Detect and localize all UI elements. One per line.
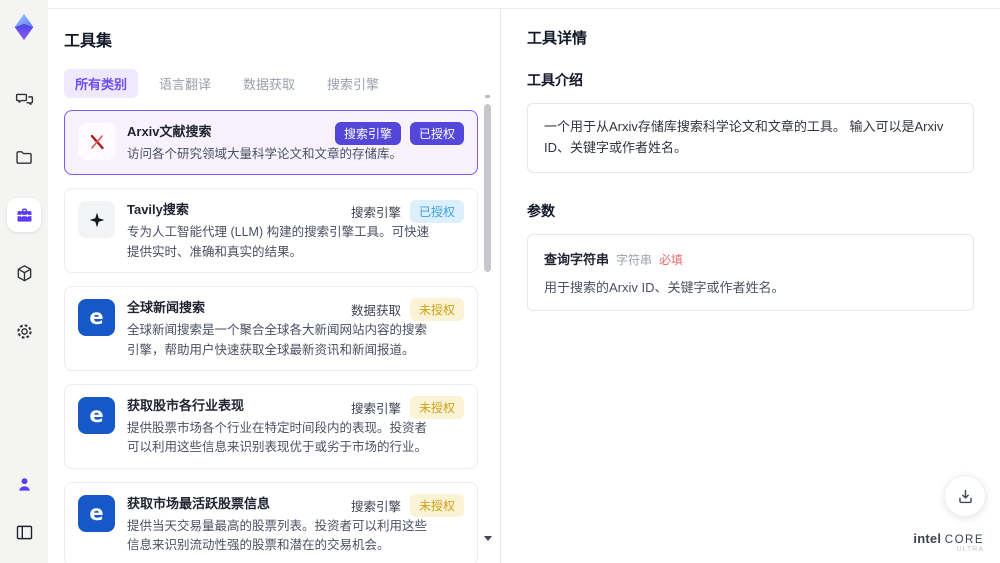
cube-icon [17,264,31,281]
intel-core-logo: intel core ultra [913,530,984,554]
tool-details-panel: 工具详情 工具介绍 一个用于从Arxiv存储库搜索科学论文和文章的工具。 输入可… [500,9,1000,563]
user-icon [18,477,30,491]
app-logo-icon [9,12,39,42]
tool-card[interactable]: e 全球新闻搜索 全球新闻搜索是一个聚合全球各大新闻网站内容的搜索引擎，帮助用户快速… [64,286,478,371]
brand-tier: ultra [956,546,984,554]
category-badge: 搜索引擎 [350,401,401,416]
sidebar-item-files[interactable] [7,140,41,174]
tool-description: 访问各个研究领域大量科学论文和文章的存储库。 [127,147,403,161]
intro-heading: 工具介绍 [527,72,583,88]
params-heading: 参数 [527,202,555,219]
param-type: 字符串 [616,252,653,267]
folder-icon [15,150,32,164]
tool-description: 提供股票市场各个行业在特定时间段内的表现。投资者可以利用这些信息来识别表现优于或… [127,420,428,455]
sparkle-icon [78,201,115,239]
param-desc: 用于搜索的Arxiv ID、关键字或作者姓名。 [544,279,785,295]
scrollbar-thumb[interactable] [484,104,491,272]
toolbox-icon [17,208,31,222]
param-required-badge: 必填 [659,252,684,267]
chat-icon [15,93,33,105]
tab-data-fetch[interactable]: 数据获取 [232,69,306,98]
brand-intel: intel [913,530,942,546]
category-tabs: 所有类别 语言翻译 数据获取 搜索引擎 [64,69,478,98]
scroll-up-icon[interactable] [485,95,490,98]
tool-badges: 数据获取 未授权 [350,298,464,322]
status-badge: 未授权 [409,395,464,419]
category-badge: 数据获取 [350,304,401,319]
status-badge: 未授权 [409,298,464,322]
tool-badges: 搜索引擎 未授权 [350,493,464,517]
tool-card[interactable]: Arxiv文献搜索 访问各个研究领域大量科学论文和文章的存储库。 搜索引擎 已授权 [64,110,478,176]
news-app-icon: e [78,494,115,532]
param-head: 查询字符串 字符串 必填 [544,249,957,268]
sidebar-nav [7,82,41,348]
download-button[interactable] [944,475,986,517]
main-content: 工具集 所有类别 语言翻译 数据获取 搜索引擎 Arxiv文献搜索 访问各个研究领… [48,8,1000,563]
category-badge: 搜索引擎 [334,122,401,145]
tool-description: 专为人工智能代理 (LLM) 构建的搜索引擎工具。可快速提供实时、准确和真实的结… [127,225,430,259]
tool-card[interactable]: e 获取市场最活跃股票信息 提供当天交易量最高的股票列表。投资者可以利用这些信息来识… [64,481,478,563]
tool-badges: 搜索引擎 未授权 [350,395,464,419]
intro-text: 一个用于从Arxiv存储库搜索科学论文和文章的工具。 输入可以是Arxiv ID… [527,103,974,173]
tab-all-categories[interactable]: 所有类别 [64,69,139,98]
panel-icon [16,525,32,539]
sidebar-item-collapse[interactable] [7,515,41,549]
tool-description: 提供当天交易量最高的股票列表。投资者可以利用这些信息来识别流动性强的股票和潜在的… [127,518,428,552]
sidebar-bottom [7,467,41,549]
tools-list-panel: 工具集 所有类别 语言翻译 数据获取 搜索引擎 Arxiv文献搜索 访问各个研究领… [48,9,500,563]
param-card: 查询字符串 字符串 必填 用于搜索的Arxiv ID、关键字或作者姓名。 [527,233,974,311]
category-badge: 搜索引擎 [350,206,401,221]
status-badge: 已授权 [409,200,464,224]
tool-list: Arxiv文献搜索 访问各个研究领域大量科学论文和文章的存储库。 搜索引擎 已授权 Ta… [64,110,478,563]
details-title: 工具详情 [527,30,588,47]
sidebar-item-models[interactable] [7,256,41,290]
news-app-icon: e [78,396,115,434]
tab-search-engine[interactable]: 搜索引擎 [316,69,390,98]
tool-description: 全球新闻搜索是一个聚合全球各大新闻网站内容的搜索引擎，帮助用户快速获取全球最新资… [127,323,428,357]
list-scrollbar[interactable] [484,95,492,559]
page-title: 工具集 [64,33,113,50]
sidebar-rail [0,0,48,563]
sidebar-item-account[interactable] [7,467,41,501]
sidebar-item-toolbox[interactable] [7,198,41,232]
tab-language-translation[interactable]: 语言翻译 [148,69,222,98]
app-window: 工具集 所有类别 语言翻译 数据获取 搜索引擎 Arxiv文献搜索 访问各个研究领… [0,0,1000,563]
sidebar-item-settings[interactable] [7,314,41,348]
news-app-icon: e [78,299,115,337]
tool-card[interactable]: Tavily搜索 专为人工智能代理 (LLM) 构建的搜索引擎工具。可快速提供实时… [64,188,478,274]
sidebar-item-chat[interactable] [7,82,41,116]
category-badge: 搜索引擎 [350,499,401,514]
tool-badges: 搜索引擎 已授权 [350,200,464,224]
status-badge: 已授权 [409,122,464,145]
gear-icon [16,323,32,339]
scroll-down-icon[interactable] [484,536,492,541]
status-badge: 未授权 [409,493,464,517]
tool-badges: 搜索引擎 已授权 [334,122,464,145]
param-name: 查询字符串 [544,251,610,267]
download-icon [958,489,972,503]
tool-card[interactable]: e 获取股市各行业表现 提供股票市场各个行业在特定时间段内的表现。投资者可以利用这些… [64,383,478,469]
arxiv-icon [78,123,115,160]
brand-core: core [944,533,984,546]
